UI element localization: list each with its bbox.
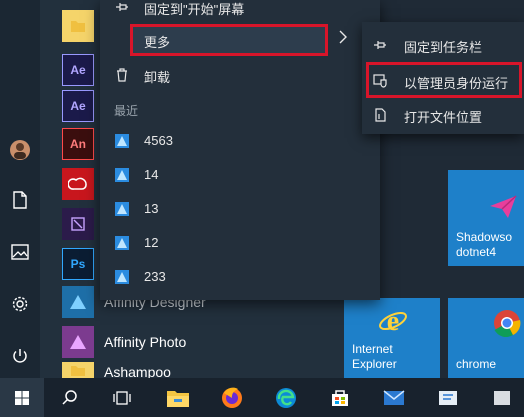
app-button-2[interactable] xyxy=(480,378,524,417)
mail-button[interactable] xyxy=(372,378,416,417)
gear-icon xyxy=(12,296,28,312)
recent-item-4563[interactable]: 4563 xyxy=(100,124,380,158)
start-menu-screen: Ae Ae An Ps Affinity Designer Affinity P… xyxy=(0,0,524,417)
menu-item-uninstall[interactable]: 卸载 xyxy=(100,58,380,92)
start-left-rail xyxy=(0,0,40,378)
context-menu: 固定到"开始"屏幕 更多 卸载 最近 4563 14 13 12 233 xyxy=(100,0,380,300)
document-icon xyxy=(13,191,27,209)
affinity-file-icon xyxy=(114,269,130,285)
ashampoo-folder-tile[interactable] xyxy=(62,362,94,378)
folder-icon xyxy=(167,390,189,407)
submenu-open-file-location[interactable]: 打开文件位置 xyxy=(362,98,524,132)
file-location-icon xyxy=(372,107,388,123)
pin-icon xyxy=(114,0,130,15)
power-icon xyxy=(13,349,27,363)
submenu-more: 固定到任务栏 以管理员身份运行 打开文件位置 xyxy=(362,22,524,134)
creative-cloud-tile[interactable] xyxy=(62,168,94,200)
animate-tile[interactable]: An xyxy=(62,128,94,160)
recent-item-label: 13 xyxy=(144,201,159,216)
search-icon xyxy=(62,389,77,405)
affinity-photo-label[interactable]: Affinity Photo xyxy=(104,334,186,350)
affinity-designer-tile[interactable] xyxy=(62,286,94,318)
creative-cloud-icon xyxy=(68,177,87,190)
menu-item-pin-start[interactable]: 固定到"开始"屏幕 xyxy=(100,0,380,24)
affinity-file-icon xyxy=(114,235,130,251)
documents-button[interactable] xyxy=(4,184,36,216)
settings-button[interactable] xyxy=(4,288,36,320)
internet-explorer-icon: e xyxy=(379,306,407,336)
chrome-label: chrome xyxy=(456,357,497,371)
recent-item-label: 233 xyxy=(144,269,166,284)
photoshop-tile[interactable]: Ps xyxy=(62,248,94,280)
picture-icon xyxy=(11,244,29,260)
adobe-app-icon xyxy=(71,217,85,231)
affinity-file-icon xyxy=(114,133,130,149)
shadowsocks-label: Shadowso dotnet4 xyxy=(456,230,513,259)
svg-text:e: e xyxy=(387,306,399,336)
chrome-icon xyxy=(494,310,521,338)
app-icon xyxy=(494,390,510,405)
task-view-button[interactable] xyxy=(100,378,144,417)
app-button[interactable] xyxy=(426,378,470,417)
recent-item-233[interactable]: 233 xyxy=(100,260,380,294)
folder-icon xyxy=(71,21,85,32)
firefox-button[interactable] xyxy=(210,378,254,417)
avatar-icon xyxy=(10,140,30,160)
recent-item-12[interactable]: 12 xyxy=(100,226,380,260)
menu-item-uninstall-label: 卸载 xyxy=(144,70,171,85)
recent-item-13[interactable]: 13 xyxy=(100,192,380,226)
tile-chrome[interactable]: chrome xyxy=(448,298,524,378)
submenu-pin-taskbar[interactable]: 固定到任务栏 xyxy=(362,28,524,62)
submenu-run-as-admin[interactable]: 以管理员身份运行 xyxy=(362,64,524,98)
recent-item-14[interactable]: 14 xyxy=(100,158,380,192)
task-view-icon xyxy=(113,390,131,405)
affinity-file-icon xyxy=(114,167,130,183)
tile-internet-explorer[interactable]: e Internet Explorer xyxy=(344,298,440,378)
affinity-designer-icon xyxy=(70,295,86,309)
taskbar xyxy=(0,378,524,417)
recent-header: 最近 xyxy=(114,104,139,118)
adobe-app-tile[interactable] xyxy=(62,208,94,240)
folder-icon xyxy=(71,366,85,376)
submenu-open-file-location-label: 打开文件位置 xyxy=(404,110,483,125)
menu-item-pin-start-label: 固定到"开始"屏幕 xyxy=(144,2,245,17)
menu-item-more-label: 更多 xyxy=(144,35,171,50)
store-icon xyxy=(332,389,348,406)
affinity-photo-icon xyxy=(70,335,86,349)
internet-explorer-label: Internet Explorer xyxy=(352,342,397,371)
after-effects-tile-2[interactable]: Ae xyxy=(62,90,94,122)
firefox-icon xyxy=(222,387,242,408)
user-avatar[interactable] xyxy=(4,134,36,166)
power-button[interactable] xyxy=(4,340,36,372)
trash-icon xyxy=(114,67,130,83)
start-button[interactable] xyxy=(0,378,44,417)
submenu-pin-taskbar-label: 固定到任务栏 xyxy=(404,40,483,55)
pin-icon xyxy=(372,37,388,53)
after-effects-tile[interactable]: Ae xyxy=(62,54,94,86)
notes-icon xyxy=(439,390,457,405)
folder-tile[interactable] xyxy=(62,10,94,42)
file-explorer-button[interactable] xyxy=(156,378,200,417)
mail-icon xyxy=(383,389,405,405)
windows-logo-icon xyxy=(15,390,29,405)
recent-item-label: 12 xyxy=(144,235,159,250)
edge-button[interactable] xyxy=(264,378,308,417)
search-button[interactable] xyxy=(48,378,92,417)
recent-item-label: 14 xyxy=(144,167,159,182)
tile-shadowsocks[interactable]: Shadowso dotnet4 xyxy=(448,170,524,266)
edge-icon xyxy=(276,387,296,408)
pictures-button[interactable] xyxy=(4,236,36,268)
store-button[interactable] xyxy=(318,378,362,417)
affinity-photo-tile[interactable] xyxy=(62,326,94,358)
recent-item-label: 4563 xyxy=(144,133,173,148)
submenu-run-as-admin-label: 以管理员身份运行 xyxy=(404,76,509,91)
paper-plane-icon xyxy=(490,195,517,218)
shield-icon xyxy=(372,73,388,89)
affinity-file-icon xyxy=(114,201,130,217)
chevron-right-icon xyxy=(338,30,348,49)
